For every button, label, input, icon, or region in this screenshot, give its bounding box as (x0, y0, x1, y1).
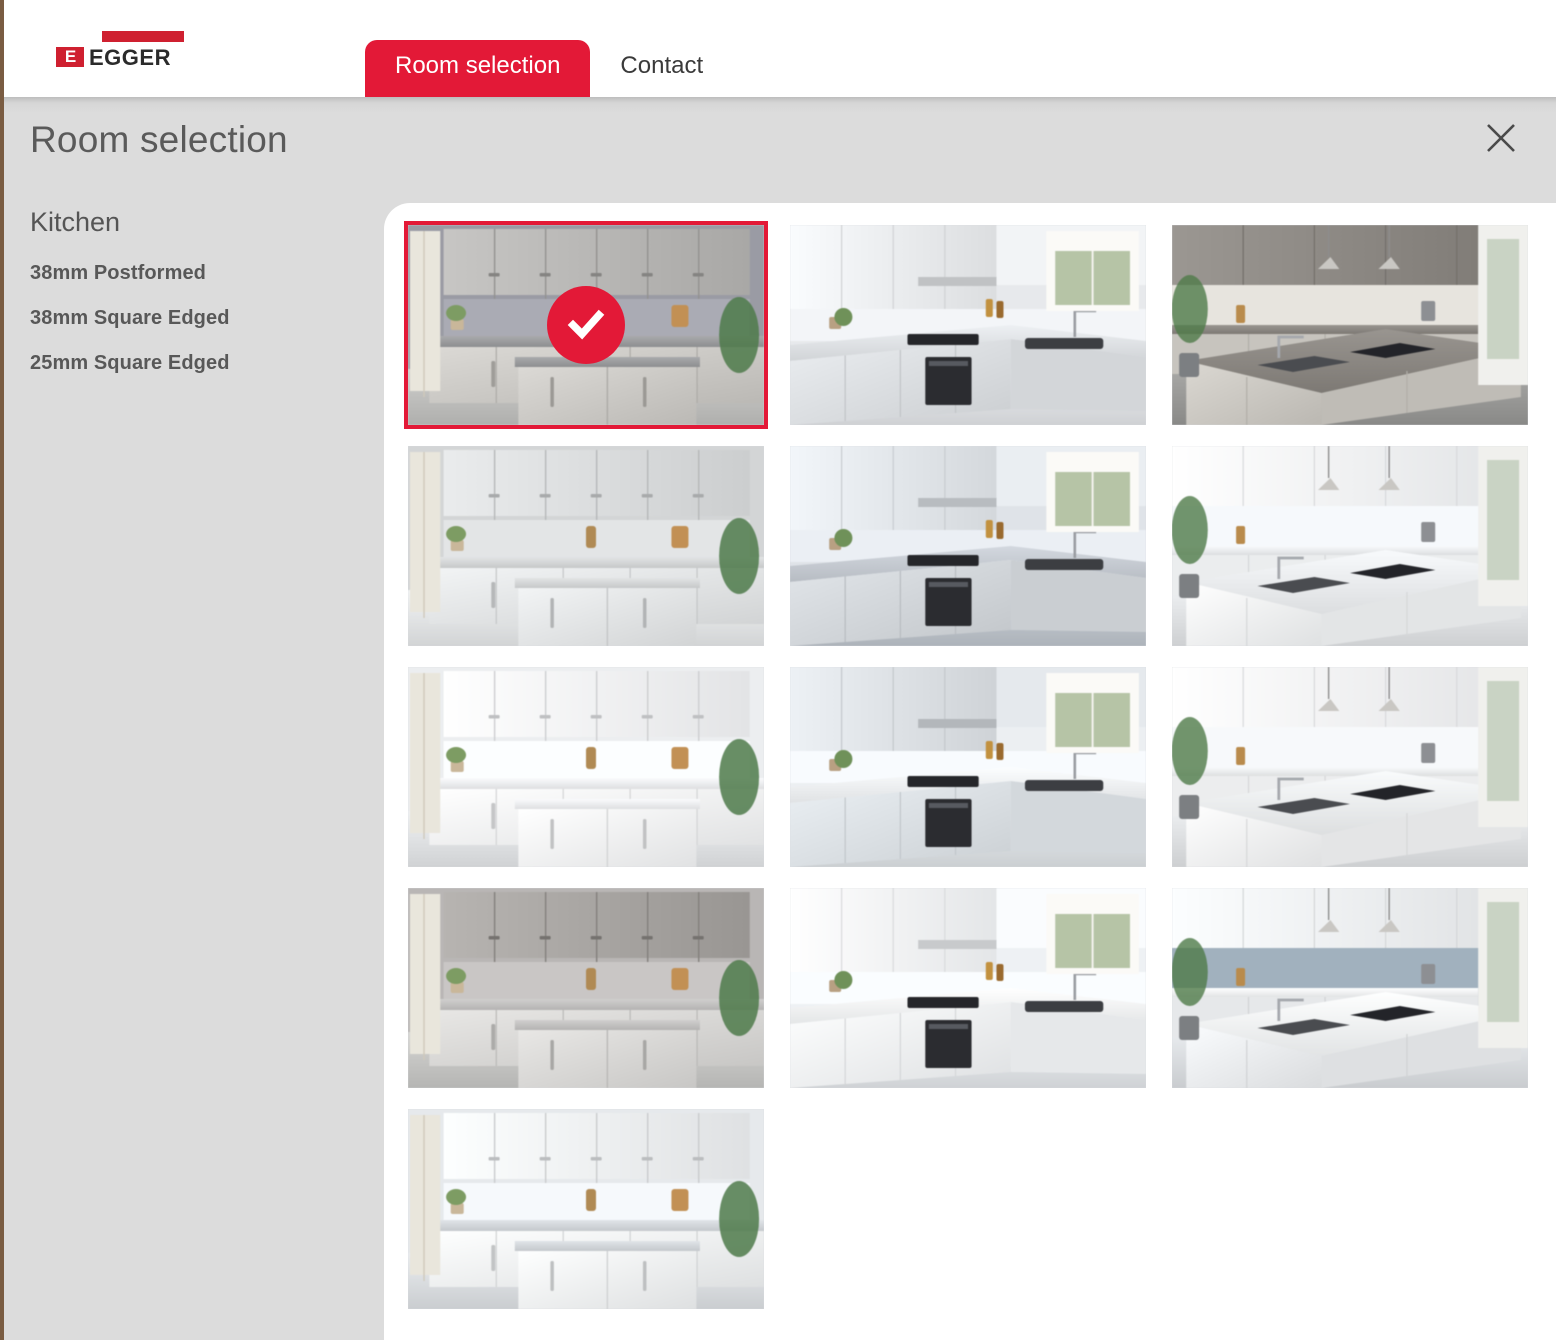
kitchen-preview-image (408, 667, 764, 867)
logo-e-mark: E (56, 47, 84, 67)
kitchen-preview-image (408, 888, 764, 1088)
app-root: E EGGER Room selection Contact Room sele… (0, 0, 1556, 1340)
room-selection-modal: Room selection Kitchen 38mm Postformed 3… (4, 97, 1556, 1340)
logo-wordmark: EGGER (89, 45, 171, 70)
thumbnail-white-kitchen-with-double-oven-tower[interactable] (790, 888, 1146, 1088)
kitchen-preview-image (790, 667, 1146, 867)
thumbnail-u-shaped-kitchen-with-palm-plant[interactable] (790, 446, 1146, 646)
thumbnail-white-kitchen-with-oven-and-eggs[interactable] (408, 1109, 764, 1309)
page-title: Room selection (30, 119, 288, 160)
sidebar-item-38mm-square-edged[interactable]: 38mm Square Edged (4, 307, 384, 330)
logo-red-bar (102, 31, 184, 42)
kitchen-preview-image (1172, 446, 1528, 646)
egger-logo[interactable]: E EGGER (56, 28, 184, 70)
kitchen-preview-image (790, 446, 1146, 646)
thumbnail-grey-shaker-kitchen-with-island[interactable] (404, 221, 768, 429)
kitchen-preview-image (790, 225, 1146, 425)
thumbnail-peninsula-kitchen-with-patio-doors[interactable] (790, 667, 1146, 867)
kitchen-preview-image (790, 888, 1146, 1088)
top-bar: E EGGER Room selection Contact (4, 0, 1556, 97)
kitchen-preview-image (1172, 888, 1528, 1088)
sidebar: Kitchen 38mm Postformed 38mm Square Edge… (4, 207, 384, 397)
kitchen-preview-image (408, 1109, 764, 1309)
nav-tabs: Room selection Contact (365, 40, 733, 97)
kitchen-preview-image (408, 225, 764, 425)
gallery-panel (384, 203, 1556, 1340)
thumbnail-white-kitchen-with-larder-shelves[interactable] (1172, 667, 1528, 867)
tab-contact[interactable]: Contact (590, 40, 733, 97)
thumbnail-grid (404, 221, 1556, 1309)
thumbnail-white-kitchen-with-shelf-unit-and-bread[interactable] (408, 667, 764, 867)
thumbnail-white-island-kitchen-with-berries[interactable] (1172, 888, 1528, 1088)
sidebar-item-38mm-postformed[interactable]: 38mm Postformed (4, 262, 384, 285)
kitchen-preview-image (408, 446, 764, 646)
sidebar-heading-kitchen: Kitchen (30, 207, 121, 237)
thumbnail-grey-kitchen-with-tall-shelf-and-jars[interactable] (408, 888, 764, 1088)
thumbnail-white-kitchen-with-open-shelving-round-sink[interactable] (1172, 446, 1528, 646)
thumbnail-white-handleless-l-shape-kitchen-with-oven[interactable] (790, 225, 1146, 425)
kitchen-preview-image (1172, 225, 1528, 425)
close-icon[interactable] (1478, 115, 1524, 161)
tab-room-selection[interactable]: Room selection (365, 40, 591, 97)
thumbnail-taupe-island-kitchen-with-bar-stools[interactable] (1172, 225, 1528, 425)
sidebar-item-25mm-square-edged[interactable]: 25mm Square Edged (4, 352, 384, 375)
thumbnail-light-grey-galley-kitchen-with-sink[interactable] (408, 446, 764, 646)
kitchen-preview-image (1172, 667, 1528, 867)
